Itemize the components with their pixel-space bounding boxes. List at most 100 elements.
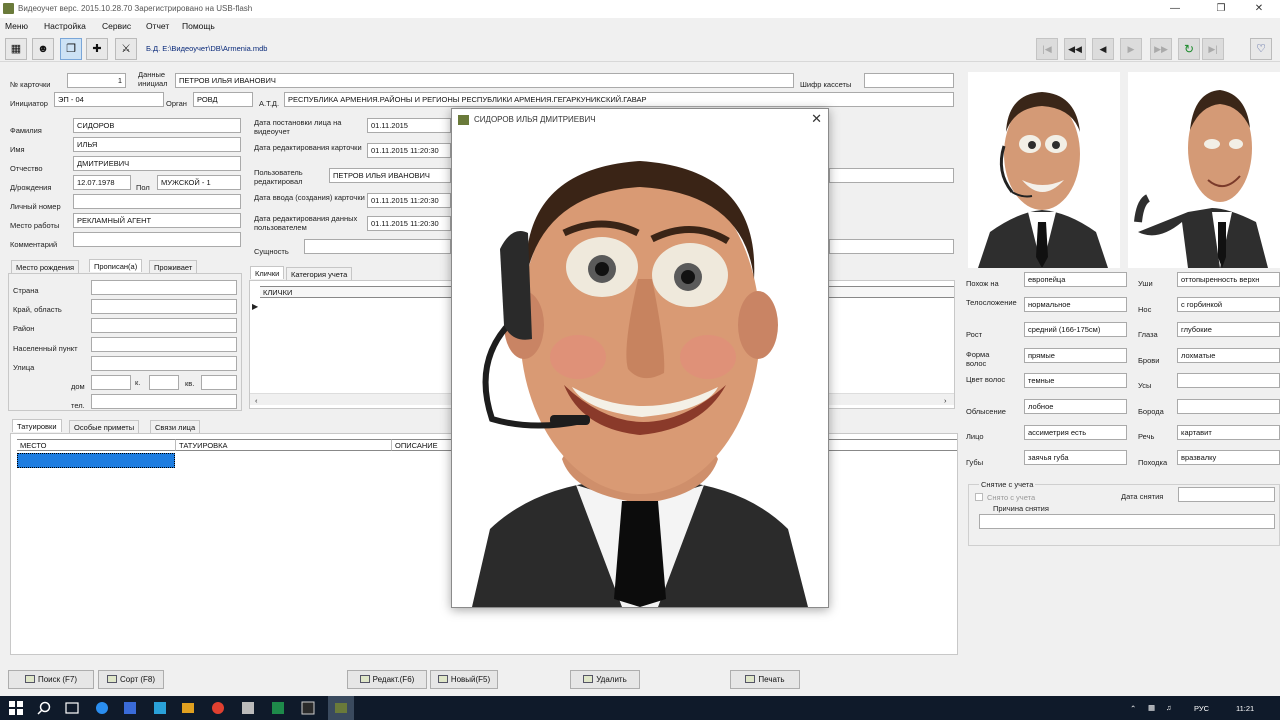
sex-field[interactable]: МУЖСКОЙ - 1 [157, 175, 241, 190]
feature-value[interactable]: лохматые [1177, 348, 1280, 363]
name-field[interactable]: ИЛЬЯ [73, 137, 241, 152]
app-icon[interactable] [300, 700, 316, 716]
feature-value[interactable] [1177, 373, 1280, 388]
birth-field[interactable]: 12.07.1978 [73, 175, 131, 190]
region-field[interactable] [91, 299, 237, 314]
feature-value[interactable]: европейца [1024, 272, 1127, 287]
feature-value[interactable]: ассиметрия есть [1024, 425, 1127, 440]
district-field[interactable] [91, 318, 237, 333]
street-field[interactable] [91, 356, 237, 371]
person-icon[interactable]: ☻ [32, 38, 54, 60]
feature-value[interactable]: вразвалку [1177, 450, 1280, 465]
volume-icon[interactable]: ♫ [1166, 703, 1172, 712]
essence-field[interactable] [304, 239, 451, 254]
removed-checkbox[interactable] [975, 493, 983, 501]
feature-value[interactable]: заячья губа [1024, 450, 1127, 465]
country-field[interactable] [91, 280, 237, 295]
settlement-field[interactable] [91, 337, 237, 352]
feature-value[interactable]: глубокие [1177, 322, 1280, 337]
tray-chevron-icon[interactable]: ⌃ [1130, 704, 1136, 713]
menu-item-menu[interactable]: Меню [5, 21, 28, 31]
card-no-field[interactable]: 1 [67, 73, 126, 88]
expand-icon[interactable]: ✚ [86, 38, 108, 60]
first-record-icon[interactable]: |◀ [1036, 38, 1058, 60]
feature-value[interactable] [1177, 399, 1280, 414]
prev-page-icon[interactable]: ◀◀ [1064, 38, 1086, 60]
delete-button[interactable]: Удалить [570, 670, 640, 689]
menu-item-service[interactable]: Сервис [102, 21, 131, 31]
app-icon[interactable] [180, 700, 196, 716]
clock[interactable]: 11:21 [1236, 704, 1254, 713]
registered-field[interactable]: 01.11.2015 [367, 118, 451, 133]
sort-button[interactable]: Сорт (F8) [98, 670, 164, 689]
feature-value[interactable]: нормальное [1024, 297, 1127, 312]
removal-reason-field[interactable] [979, 514, 1275, 529]
lock-icon[interactable]: ⚔ [115, 38, 137, 60]
search-button[interactable]: Поиск (F7) [8, 670, 94, 689]
scroll-left-icon[interactable]: ‹ [255, 396, 258, 405]
tab-special-marks[interactable]: Особые приметы [69, 420, 140, 433]
copy-icon[interactable]: ❐ [60, 38, 82, 60]
patronymic-field[interactable]: ДМИТРИЕВИЧ [73, 156, 241, 171]
user-info-icon[interactable]: ♡ [1250, 38, 1272, 60]
edited-field[interactable]: 01.11.2015 11:20:30 [367, 143, 451, 158]
active-app-slot[interactable] [328, 696, 354, 720]
user-edit-field[interactable]: 01.11.2015 11:20:30 [367, 216, 451, 231]
close-icon[interactable]: ✕ [1244, 2, 1274, 16]
close-icon[interactable]: ✕ [811, 111, 822, 127]
app-icon[interactable] [270, 700, 286, 716]
feature-value[interactable]: средний (166-175см) [1024, 322, 1127, 337]
next-record-icon[interactable]: ▶ [1120, 38, 1142, 60]
col-tattoo[interactable]: ТАТУИРОВКА [175, 439, 393, 451]
new-button[interactable]: Новый(F5) [430, 670, 498, 689]
house-field[interactable] [91, 375, 131, 390]
refresh-icon[interactable]: ↻ [1178, 38, 1200, 60]
minimize-icon[interactable]: — [1160, 2, 1190, 16]
menu-item-report[interactable]: Отчет [146, 21, 169, 31]
menu-item-help[interactable]: Помощь [182, 21, 215, 31]
network-icon[interactable]: ▦ [1148, 703, 1155, 712]
cassette-field[interactable] [864, 73, 954, 88]
feature-value[interactable]: оттопыренность верхн [1177, 272, 1280, 287]
scroll-right-icon[interactable]: › [944, 396, 947, 405]
phone-field[interactable] [91, 394, 237, 409]
col-place[interactable]: МЕСТО [17, 439, 177, 451]
feature-value[interactable]: темные [1024, 373, 1127, 388]
app-icon[interactable] [122, 700, 138, 716]
created-field[interactable]: 01.11.2015 11:20:30 [367, 193, 451, 208]
tab-nicknames[interactable]: Клички [250, 266, 285, 279]
windows-start-icon[interactable] [8, 700, 24, 716]
table-icon[interactable]: ▦ [5, 38, 27, 60]
language-indicator[interactable]: РУС [1194, 704, 1209, 713]
photo-frontal[interactable] [968, 72, 1120, 268]
tab-tattoos[interactable]: Татуировки [12, 419, 62, 432]
user-field[interactable]: ПЕТРОВ ИЛЬЯ ИВАНОВИЧ [329, 168, 451, 183]
last-record-icon[interactable]: ▶| [1202, 38, 1224, 60]
source-data-field[interactable]: ПЕТРОВ ИЛЬЯ ИВАНОВИЧ [175, 73, 794, 88]
tab-category[interactable]: Категория учета [286, 267, 353, 280]
app-icon[interactable] [152, 700, 168, 716]
next-page-icon[interactable]: ▶▶ [1150, 38, 1172, 60]
korp-field[interactable] [149, 375, 179, 390]
organ-field[interactable]: РОВД [193, 92, 253, 107]
edge-icon[interactable] [94, 700, 110, 716]
app-icon[interactable] [210, 700, 226, 716]
removal-date-field[interactable] [1178, 487, 1275, 502]
atd-field[interactable]: РЕСПУБЛИКА АРМЕНИЯ.РАЙОНЫ И РЕГИОНЫ РЕСП… [284, 92, 954, 107]
prev-record-icon[interactable]: ◀ [1092, 38, 1114, 60]
tab-residence[interactable]: Проживает [149, 260, 198, 273]
task-view-icon[interactable] [64, 700, 80, 716]
menu-item-settings[interactable]: Настройка [44, 21, 86, 31]
feature-value[interactable]: с горбинкой [1177, 297, 1280, 312]
feature-value[interactable]: лобное [1024, 399, 1127, 414]
tab-birthplace[interactable]: Место рождения [11, 260, 80, 273]
comments-field[interactable] [73, 232, 241, 247]
search-icon[interactable] [36, 700, 52, 716]
app-icon[interactable] [240, 700, 256, 716]
photo-side[interactable] [1128, 72, 1280, 268]
tab-registered[interactable]: Прописан(а) [89, 259, 143, 272]
maximize-icon[interactable]: ❐ [1206, 2, 1236, 16]
table-row[interactable] [17, 453, 175, 468]
print-button[interactable]: Печать [730, 670, 800, 689]
apt-field[interactable] [201, 375, 237, 390]
